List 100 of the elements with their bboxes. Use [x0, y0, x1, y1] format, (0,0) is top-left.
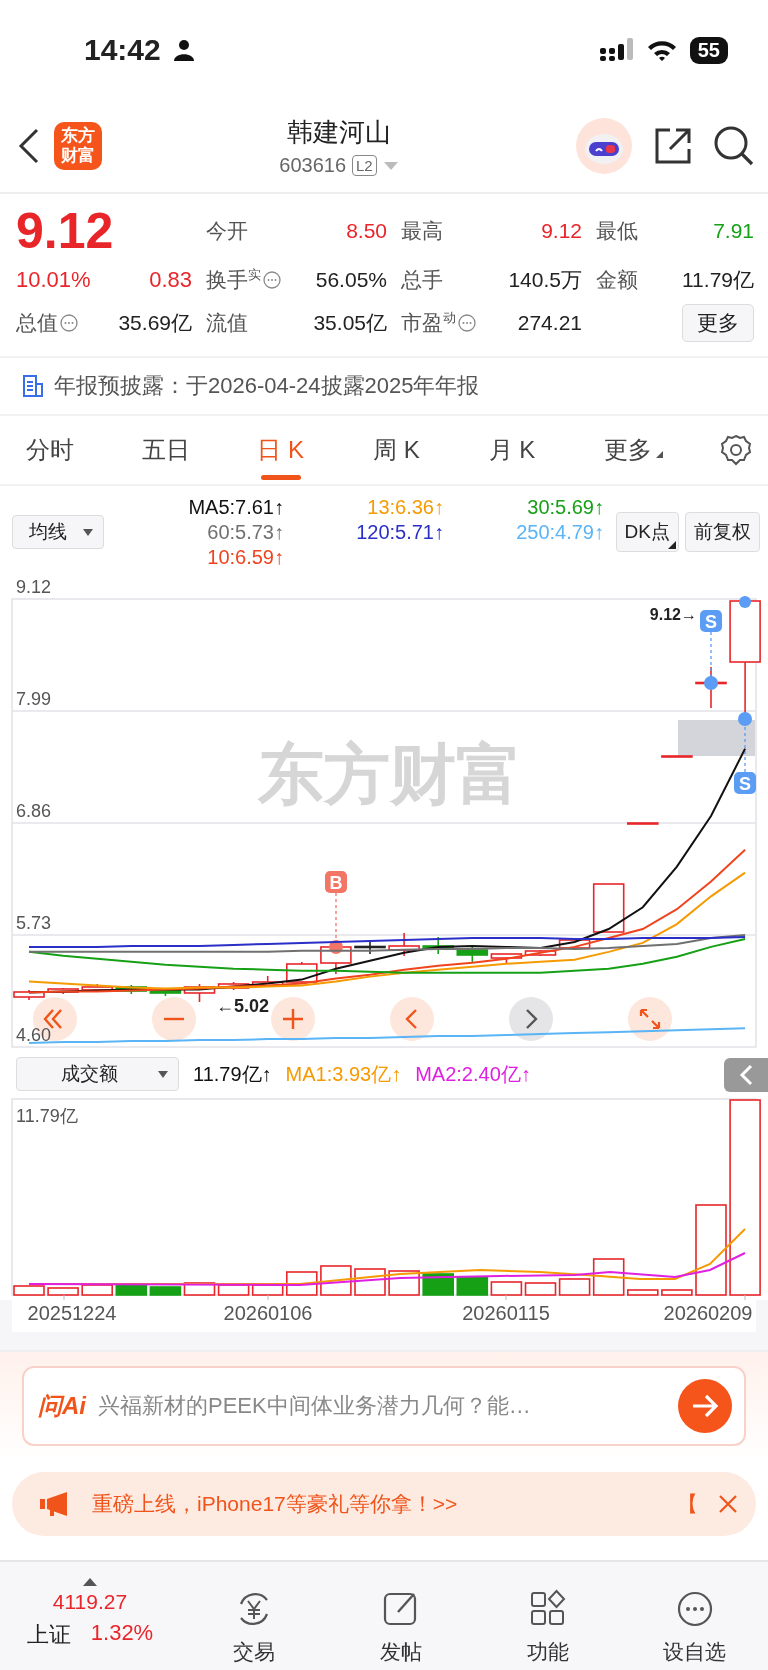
ai-question[interactable]: 兴福新材的PEEK中间体业务潜力几何？能… [98, 1391, 666, 1421]
price-annotation: 9.12→ [649, 606, 697, 623]
app-logo: 东方财富 [54, 122, 102, 170]
price-axis-label: 5.73 [16, 913, 52, 933]
collapse-button[interactable] [724, 1058, 768, 1092]
volume-reading: MA2:2.40亿↑ [415, 1061, 531, 1087]
chart-tab[interactable]: 周 K [373, 424, 489, 476]
candlestick [627, 822, 659, 825]
signal-icon [599, 38, 634, 62]
level-badge: L2 [352, 155, 377, 176]
price-axis-label: 7.99 [16, 689, 52, 709]
dropdown-icon[interactable] [382, 160, 399, 171]
field-label: 总值 [16, 310, 58, 336]
field-value: 56.05% [315, 268, 387, 292]
ai-logo: 问Ai [38, 1391, 86, 1421]
status-time: 14:42 [84, 33, 161, 67]
index-change: 1.32% [90, 1620, 154, 1647]
candlestick [354, 941, 386, 955]
price-axis-label: 6.86 [16, 801, 52, 821]
candlestick [81, 983, 113, 992]
back-icon[interactable] [18, 128, 40, 164]
stock-name: 韩建河山 [287, 116, 391, 149]
price-axis-label: 4.60 [16, 1025, 52, 1045]
share-icon[interactable] [654, 127, 692, 165]
date-label: 20260115 [462, 1302, 550, 1325]
candlestick [592, 883, 625, 933]
chart-tab[interactable]: 五日 [141, 424, 258, 476]
zoom-out-button[interactable] [152, 997, 196, 1041]
field-label: 最低 [596, 218, 638, 244]
field-value: 35.69亿 [118, 310, 192, 336]
nav-item[interactable]: 交易 [180, 1574, 327, 1670]
banner-text: 【 [677, 1491, 698, 1517]
arrow-right-icon [691, 1394, 719, 1418]
more-button[interactable]: 更多 [682, 304, 754, 342]
moving-average-value: 60:5.73↑ [206, 520, 284, 544]
marker-dot [739, 596, 751, 608]
up-triangle-icon [83, 1578, 97, 1586]
volume-reading: MA1:3.93亿↑ [285, 1061, 402, 1087]
moving-average-value: 10:6.59↑ [206, 545, 284, 569]
field-label: 最高 [401, 218, 443, 244]
volume-select[interactable]: 成交额 [16, 1057, 179, 1091]
chart-tab[interactable]: 分时 [26, 424, 142, 476]
candlestick [456, 946, 489, 963]
field-value: 274.21 [517, 311, 582, 335]
field-label: 金额 [596, 267, 638, 293]
index-name: 上证 [26, 1621, 71, 1649]
previous-button[interactable] [390, 997, 434, 1041]
dk-point-button[interactable]: DK点 [615, 512, 679, 552]
change-amount: 0.83 [149, 267, 192, 293]
info-icon[interactable] [263, 271, 281, 289]
current-price: 9.12 [16, 206, 115, 256]
moving-average-value: 120:5.71↑ [355, 520, 444, 544]
field-value: 9.12 [541, 219, 582, 243]
field-label: 换手$^{实}$ [206, 266, 261, 293]
nav-item[interactable]: 发帖 [327, 1574, 474, 1670]
field-value: 35.05亿 [313, 310, 387, 336]
candlestick [388, 932, 420, 957]
send-button[interactable] [678, 1379, 732, 1433]
info-icon[interactable] [60, 314, 78, 332]
chevron-left-icon [739, 1064, 753, 1086]
adjust-button[interactable]: 前复权 [685, 512, 760, 552]
close-button[interactable] [718, 1494, 738, 1514]
settings-icon[interactable] [720, 434, 753, 466]
field-label: 市盈$^{动}$ [401, 309, 456, 336]
info-icon[interactable] [458, 314, 476, 332]
field-label: 今开 [206, 218, 248, 244]
date-label: 20260209 [663, 1302, 753, 1325]
moving-average-value: 13:6.36↑ [366, 495, 444, 519]
index-value: 4119.27 [52, 1590, 128, 1614]
volume-reading: 11.79亿↑ [193, 1061, 272, 1087]
fullscreen-button[interactable] [628, 997, 672, 1041]
search-icon[interactable] [714, 126, 754, 166]
field-value: 8.50 [346, 219, 387, 243]
document-icon [22, 374, 44, 398]
candlestick [422, 936, 454, 955]
candlestick [47, 987, 79, 995]
field-value: 7.91 [713, 219, 754, 243]
battery-indicator: 55 [689, 36, 728, 64]
next-button[interactable] [509, 997, 553, 1041]
price-axis-label: 9.12 [16, 577, 52, 597]
price-annotation: ←5.02 [216, 996, 270, 1016]
zoom-in-button[interactable] [271, 997, 315, 1041]
moving-average-value: 30:5.69↑ [526, 495, 604, 519]
chart-tab[interactable]: 月 K [488, 424, 605, 476]
robot-avatar-icon[interactable] [576, 118, 632, 174]
chart-tab[interactable]: 更多 [604, 424, 721, 476]
indicator-select[interactable]: 均线 [12, 515, 104, 549]
field-value: 140.5万 [508, 267, 582, 293]
moving-average-value: MA5:7.61↑ [187, 495, 284, 519]
nav-item[interactable]: 设自选 [621, 1574, 768, 1670]
marker-dot [329, 940, 343, 954]
date-label: 20260106 [223, 1302, 313, 1325]
person-icon [172, 39, 195, 61]
stock-code: 603616 [279, 154, 347, 177]
candlestick [13, 989, 45, 1001]
field-label: 流值 [206, 310, 248, 336]
candlestick [115, 984, 148, 995]
field-value: 11.79亿 [682, 267, 754, 293]
nav-item[interactable]: 功能 [474, 1574, 621, 1670]
volume-axis-label: 11.79亿 [16, 1106, 78, 1126]
